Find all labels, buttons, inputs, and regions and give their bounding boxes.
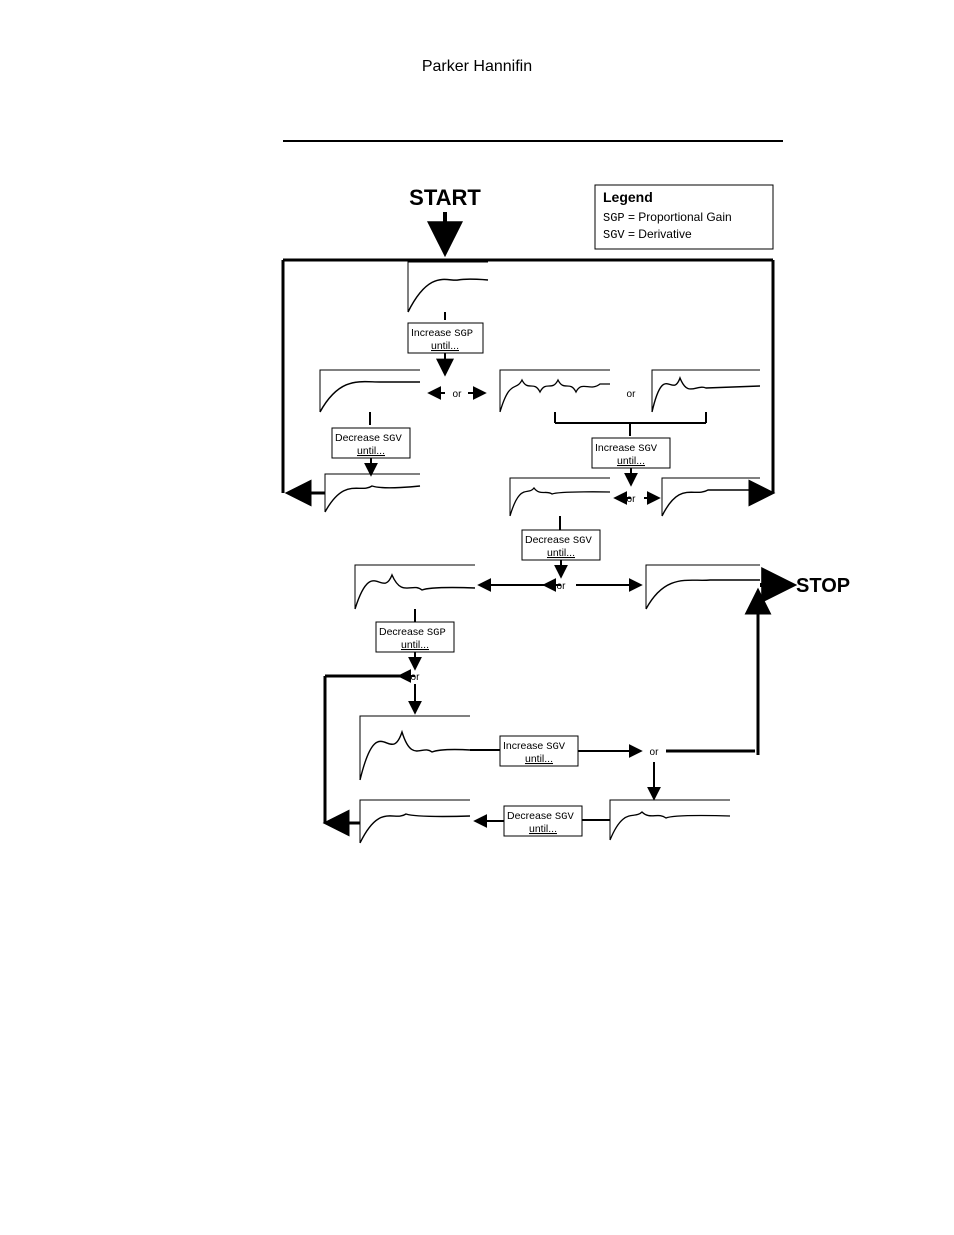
svg-text:Increase SGP: Increase SGP <box>411 327 473 340</box>
stop-label: STOP <box>796 575 850 597</box>
legend-sgv-desc: = Derivative <box>625 227 692 241</box>
graph-r6-left <box>360 716 470 780</box>
box-decrease-sgv-1: Decrease SGV until... <box>332 428 410 458</box>
or-r2a: or <box>453 389 463 400</box>
svg-text:until...: until... <box>357 445 385 457</box>
svg-text:Decrease SGP: Decrease SGP <box>379 626 446 639</box>
flowchart-svg: START Legend SGP = Proportional Gain SGV… <box>0 0 954 1235</box>
or-r5: or <box>411 672 421 683</box>
svg-text:until...: until... <box>401 639 429 651</box>
svg-text:Decrease SGV: Decrease SGV <box>507 810 574 823</box>
or-r6: or <box>650 747 660 758</box>
svg-text:until...: until... <box>431 340 459 352</box>
box-decrease-sgp: Decrease SGP until... <box>376 622 454 652</box>
legend-sgp-desc: = Proportional Gain <box>625 210 732 224</box>
start-label: START <box>409 185 481 210</box>
legend-sgv-code: SGV <box>603 228 625 242</box>
graph-r3-left <box>325 474 420 512</box>
graph-r2-mid <box>500 370 610 412</box>
graph-r7-left <box>360 800 470 843</box>
svg-text:until...: until... <box>547 547 575 559</box>
graph-r3-right <box>662 478 760 516</box>
legend-title: Legend <box>603 189 653 205</box>
graph-r3-mid <box>510 478 610 516</box>
or-r2b: or <box>627 389 637 400</box>
graph-r4-left <box>355 565 475 609</box>
legend-box: Legend SGP = Proportional Gain SGV = Der… <box>595 185 773 249</box>
svg-text:until...: until... <box>525 753 553 765</box>
graph-r2-left <box>320 370 420 412</box>
svg-text:SGP = Proportional Gain: SGP = Proportional Gain <box>603 210 732 225</box>
box-increase-sgv: Increase SGV until... <box>592 438 670 468</box>
graph-initial <box>408 262 488 312</box>
svg-text:Increase SGV: Increase SGV <box>503 740 566 753</box>
svg-text:Decrease SGV: Decrease SGV <box>335 432 402 445</box>
or-r4: or <box>557 581 567 592</box>
box-decrease-sgv-2: Decrease SGV until... <box>522 530 600 560</box>
svg-text:until...: until... <box>617 455 645 467</box>
graph-r4-right <box>646 565 760 609</box>
svg-text:Increase SGV: Increase SGV <box>595 442 658 455</box>
page: Parker Hannifin START Legend SGP = Propo… <box>0 0 954 1235</box>
box-increase-sgv-2: Increase SGV until... <box>500 736 578 766</box>
graph-r7-right <box>610 800 730 840</box>
svg-text:SGV = Derivative: SGV = Derivative <box>603 227 692 242</box>
legend-sgp-code: SGP <box>603 211 625 225</box>
svg-text:Decrease SGV: Decrease SGV <box>525 534 592 547</box>
or-r3: or <box>627 494 637 505</box>
svg-text:until...: until... <box>529 823 557 835</box>
graph-r2-right <box>652 370 760 412</box>
box-decrease-sgv-3: Decrease SGV until... <box>504 806 582 836</box>
box-increase-sgp: Increase SGP until... <box>408 323 483 353</box>
